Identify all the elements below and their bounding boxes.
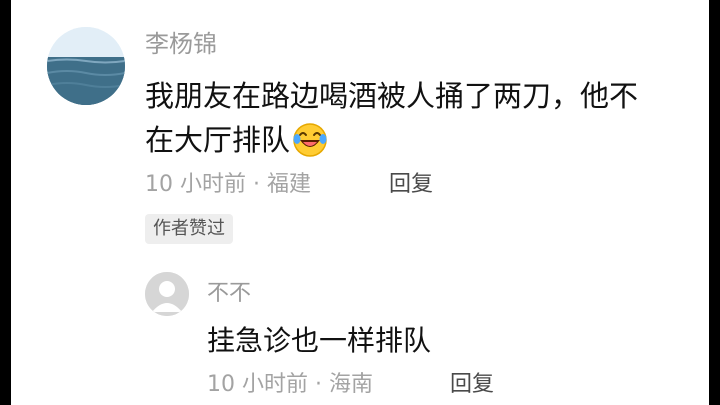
comment-text-line-2: 在大厅排队 (145, 118, 720, 170)
right-edge-bar (709, 0, 720, 405)
reply-reply-button[interactable]: 回复 (450, 370, 494, 400)
left-edge-bar (0, 0, 11, 405)
comment-time-location: 10 小时前 · 福建 (145, 172, 311, 197)
comment-username[interactable]: 李杨锦 (145, 28, 217, 60)
reply-username[interactable]: 不不 (207, 279, 251, 309)
comment-text: 我朋友在路边喝酒被人捅了两刀，他不 在大厅排队 (145, 74, 720, 170)
sea-avatar-image (47, 27, 125, 105)
laughing-crying-emoji-icon (292, 122, 328, 170)
default-user-icon (145, 272, 189, 316)
comment-text-line-2-text: 在大厅排队 (145, 123, 291, 157)
reply-text: 挂急诊也一样排队 (207, 324, 432, 357)
author-liked-badge: 作者赞过 (145, 214, 233, 244)
reply-avatar[interactable] (145, 272, 189, 316)
reply-time-location: 10 小时前 · 海南 (207, 372, 373, 397)
avatar[interactable] (47, 27, 125, 105)
comment-text-line-1: 我朋友在路边喝酒被人捅了两刀，他不 (145, 79, 639, 113)
comment-reply-button[interactable]: 回复 (389, 170, 433, 200)
